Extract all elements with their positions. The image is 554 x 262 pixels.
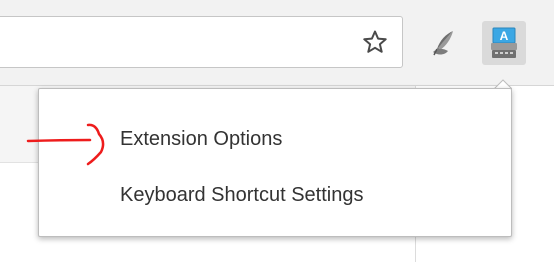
extension-icon-typewriter[interactable]: A — [482, 21, 526, 65]
browser-toolbar: A — [0, 0, 554, 86]
menu-item-keyboard-shortcut-settings[interactable]: Keyboard Shortcut Settings — [120, 180, 363, 210]
svg-text:A: A — [500, 29, 509, 43]
star-icon[interactable] — [362, 29, 388, 55]
extension-icon-quill[interactable] — [429, 28, 459, 58]
menu-item-extension-options[interactable]: Extension Options — [120, 124, 282, 154]
red-arrow-icon — [26, 123, 105, 166]
typewriter-icon: A — [491, 27, 517, 58]
address-bar[interactable] — [0, 16, 403, 68]
